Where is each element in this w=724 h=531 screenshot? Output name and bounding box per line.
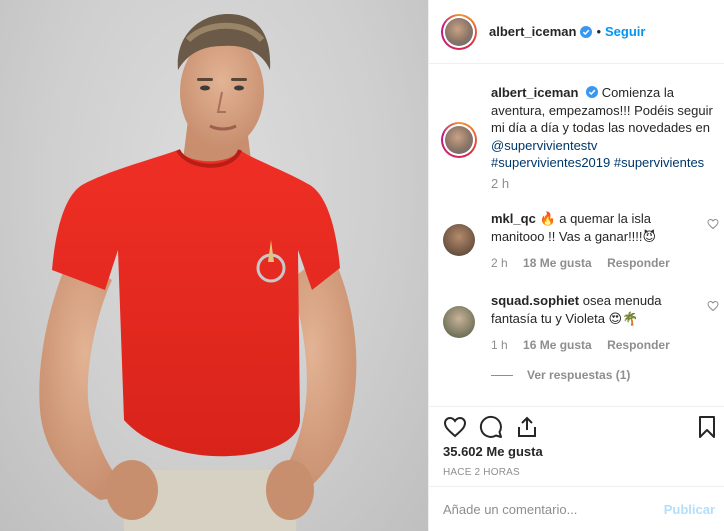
instagram-post: albert_iceman • Seguir albert_iceman Com… [0, 0, 724, 531]
speech-bubble-icon[interactable] [479, 415, 503, 439]
post-timestamp: HACE 2 HORAS [443, 467, 520, 478]
view-replies-label: Ver respuestas (1) [527, 368, 631, 382]
post-side-panel: albert_iceman • Seguir albert_iceman Com… [428, 0, 724, 531]
share-icon[interactable] [515, 415, 539, 439]
caption-hashtags[interactable]: #supervivientes2019 #supervivientes [491, 155, 704, 170]
comment-text-block: squad.sophiet osea menuda fantasía tu y … [491, 292, 706, 327]
comment-text-block: mkl_qc 🔥 a quemar la isla manitooo !! Va… [491, 210, 706, 245]
comment-username[interactable]: squad.sophiet [491, 293, 579, 308]
view-replies-button[interactable]: Ver respuestas (1) [491, 368, 630, 382]
comments-section: albert_iceman Comienza la aventura, empe… [429, 64, 724, 406]
follow-button[interactable]: Seguir [605, 24, 645, 39]
commenter-avatar[interactable] [443, 224, 475, 256]
caption-text-block: albert_iceman Comienza la aventura, empe… [491, 84, 721, 172]
caption-mention-link[interactable]: @supervivientestv [491, 138, 597, 153]
verified-badge-icon [580, 25, 593, 38]
comment-time: 2 h [491, 256, 508, 270]
reply-button[interactable]: Responder [607, 256, 670, 270]
commenter-avatar[interactable] [443, 306, 475, 338]
like-count[interactable]: 35.602 Me gusta [443, 444, 543, 459]
man-in-red-shirt-image [39, 14, 357, 531]
add-comment-bar: Publicar [429, 486, 724, 531]
caption-time: 2 h [491, 176, 510, 191]
verified-badge-icon [586, 86, 599, 98]
comment-like-heart-icon[interactable] [707, 300, 719, 312]
comment-time: 1 h [491, 338, 508, 352]
replies-divider-line [491, 374, 513, 376]
author-avatar[interactable] [441, 13, 477, 50]
comment-meta: 1 h 16 Me gusta Responder [491, 338, 682, 352]
comment-likes[interactable]: 16 Me gusta [523, 338, 592, 352]
post-photo[interactable] [0, 0, 428, 531]
comment-meta: 2 h 18 Me gusta Responder [491, 256, 682, 270]
bookmark-icon[interactable] [695, 415, 719, 439]
comment-username[interactable]: mkl_qc [491, 211, 536, 226]
comment-like-heart-icon[interactable] [707, 218, 719, 230]
caption-username[interactable]: albert_iceman [491, 85, 578, 100]
header-separator: • [596, 24, 601, 39]
publish-button[interactable]: Publicar [664, 502, 715, 517]
post-actions: 35.602 Me gusta HACE 2 HORAS [429, 406, 724, 486]
comment-likes[interactable]: 18 Me gusta [523, 256, 592, 270]
comment-input[interactable] [443, 501, 663, 517]
author-username[interactable]: albert_iceman [489, 24, 576, 39]
caption-avatar[interactable] [441, 122, 477, 158]
heart-icon[interactable] [443, 415, 467, 439]
post-header: albert_iceman • Seguir [429, 0, 724, 64]
reply-button[interactable]: Responder [607, 338, 670, 352]
